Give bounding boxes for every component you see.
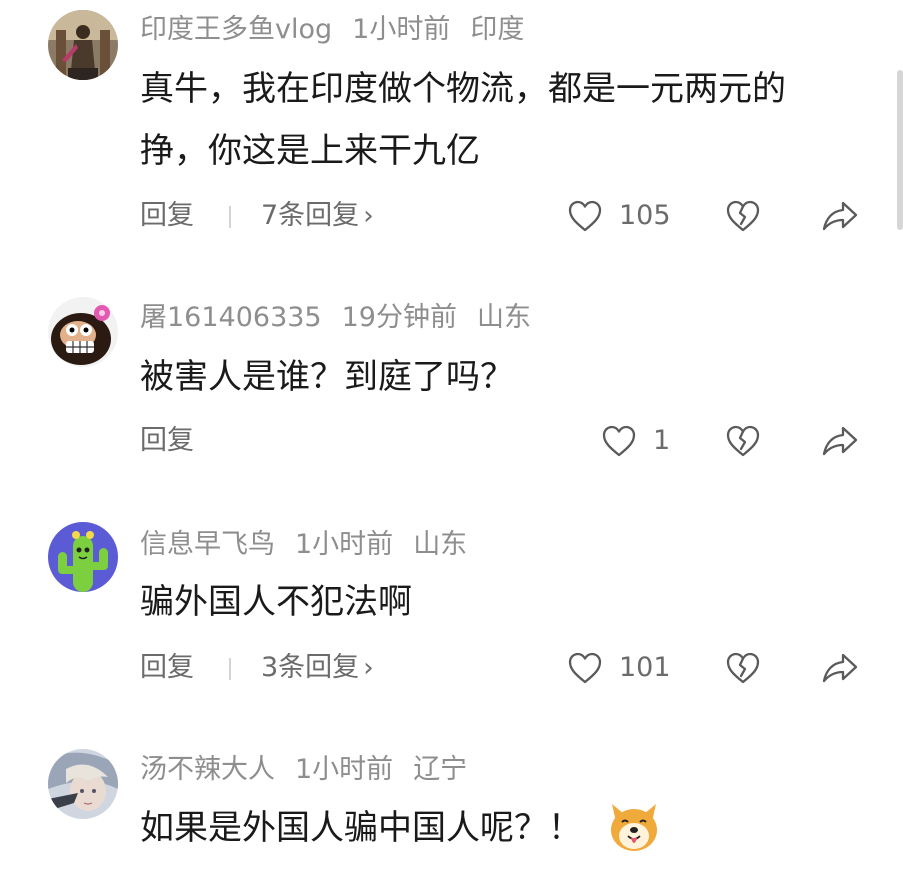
comment-text-line: 骗外国人不犯法啊 [140, 582, 412, 622]
reply-button[interactable]: 回复 [140, 646, 194, 690]
comment-time: 1小时前 [295, 754, 394, 785]
user-avatar[interactable] [48, 522, 118, 592]
statue-avatar-icon [48, 10, 118, 80]
divider [229, 206, 231, 228]
username[interactable]: 信息早飞鸟 [140, 529, 275, 560]
reply-button[interactable]: 回复 [140, 194, 194, 238]
cartoon-face-avatar-icon [48, 297, 118, 367]
comment-actions: 回复 7条回复 › 105 [0, 194, 903, 238]
username[interactable]: 印度王多鱼vlog [140, 14, 332, 45]
shiba-dog-emoji-icon [611, 803, 657, 851]
replies-count-label: 7条回复 [261, 200, 360, 231]
user-avatar[interactable] [48, 297, 118, 367]
comment-time: 19分钟前 [341, 302, 457, 333]
username[interactable]: 汤不辣大人 [140, 754, 275, 785]
comment-meta: 汤不辣大人 1小时前 辽宁 [140, 752, 487, 788]
heart-outline-icon[interactable] [567, 651, 603, 685]
comment-location: 山东 [413, 529, 468, 560]
comment-actions: 回复 3条回复 › 101 [0, 646, 903, 690]
anime-character-avatar-icon [48, 749, 118, 819]
view-replies-button[interactable]: 7条回复 › [261, 194, 374, 238]
share-arrow-icon[interactable] [821, 199, 859, 233]
cactus-avatar-icon [48, 522, 118, 592]
comment-text: 骗外国人不犯法啊 [140, 571, 870, 633]
comment-location: 印度 [470, 14, 525, 45]
chevron-right-icon: › [363, 653, 374, 683]
user-avatar[interactable] [48, 749, 118, 819]
comment-time: 1小时前 [295, 529, 394, 560]
comment-location: 辽宁 [413, 754, 468, 785]
comment-text: 被害人是谁？到庭了吗？ [140, 346, 870, 408]
comment-text-line: 如果是外国人骗中国人呢？！ [140, 797, 870, 859]
divider [229, 658, 231, 680]
comment-text-line: 真牛，我在印度做个物流，都是一元两元的 [140, 69, 786, 109]
comment-text-line: 被害人是谁？到庭了吗？ [140, 357, 514, 397]
broken-heart-icon[interactable] [725, 424, 761, 458]
username[interactable]: 屠161406335 [140, 302, 322, 333]
comment-meta: 印度王多鱼vlog 1小时前 印度 [140, 12, 544, 48]
heart-outline-icon[interactable] [567, 199, 603, 233]
comment-meta: 屠161406335 19分钟前 山东 [140, 300, 551, 336]
heart-outline-icon[interactable] [601, 424, 637, 458]
comment-text-line: 挣，你这是上来干九亿 [140, 131, 480, 171]
like-count: 105 [619, 200, 671, 231]
broken-heart-icon[interactable] [725, 199, 761, 233]
share-arrow-icon[interactable] [821, 424, 859, 458]
comment-text: 如果是外国人骗中国人呢？！ [140, 797, 870, 859]
comment-time: 1小时前 [352, 14, 451, 45]
share-arrow-icon[interactable] [821, 651, 859, 685]
like-count: 1 [653, 425, 671, 456]
comment-meta: 信息早飞鸟 1小时前 山东 [140, 527, 487, 563]
comment-actions: 回复 1 [0, 419, 903, 463]
user-avatar[interactable] [48, 10, 118, 80]
view-replies-button[interactable]: 3条回复 › [261, 646, 374, 690]
reply-button[interactable]: 回复 [140, 419, 194, 463]
replies-count-label: 3条回复 [261, 652, 360, 683]
comment-location: 山东 [476, 302, 531, 333]
chevron-right-icon: › [363, 201, 374, 231]
comment-text: 真牛，我在印度做个物流，都是一元两元的 挣，你这是上来干九亿 [140, 58, 870, 182]
comment-text-content: 如果是外国人骗中国人呢？！ [140, 808, 582, 848]
like-count: 101 [619, 652, 671, 683]
broken-heart-icon[interactable] [725, 651, 761, 685]
